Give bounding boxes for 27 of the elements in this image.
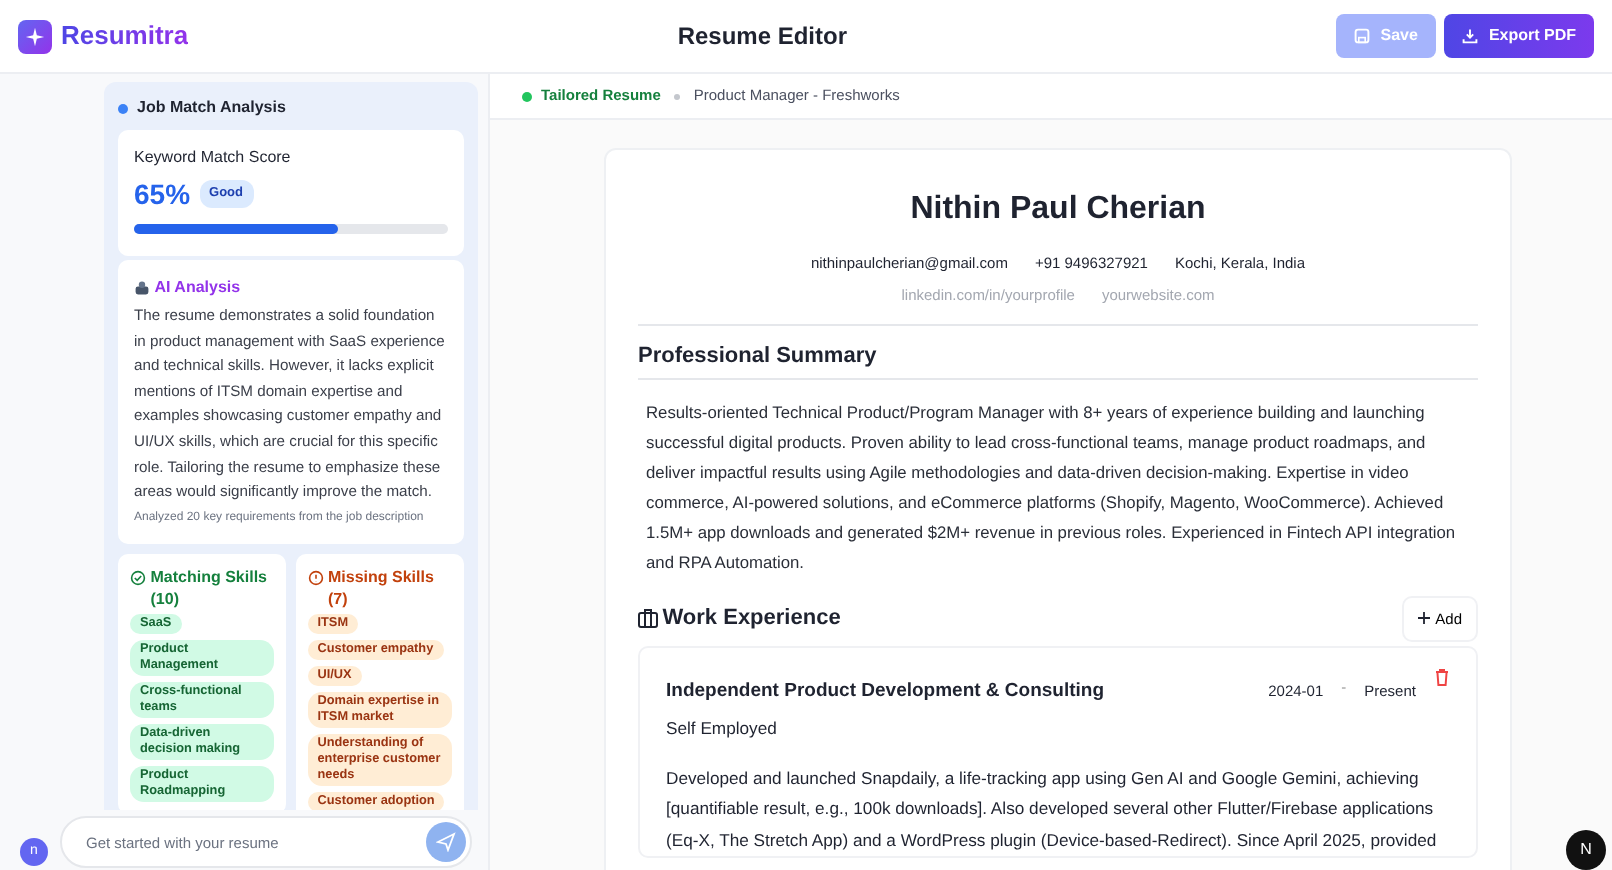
sparkle-logo-icon (18, 19, 52, 53)
bullet-icon (118, 103, 128, 113)
company-name: Self Employed (666, 716, 779, 743)
section-title: Work Experience (662, 603, 843, 634)
section-title: Professional Summary (638, 341, 879, 372)
skills-title: Missing Skills (7) (328, 565, 436, 609)
candidate-name: Nithin Paul Cherian (908, 190, 1208, 230)
job-description: Developed and launched Snapdaily, a life-tracking app using Gen AI and Google Gemini, achieving [quantifiable result, e.g., 100k downloads]. Also developed several other Flutter/Firebase applications (Eq-X, The Stretch App) and a WordPress plugin (Device-based-Redirect). Since April 2025, provided (666, 765, 1439, 854)
panel-title: Job Match Analysis (137, 96, 286, 120)
plus-icon (1418, 612, 1431, 625)
download-icon (1462, 28, 1479, 44)
ai-analysis-title: AI Analysis (154, 275, 241, 300)
paper-plane-icon (436, 832, 456, 852)
summary-text: Results-oriented Technical Product/Program Manager with 8+ years of experience building and launching successful digital products. Proven ability to lead cross-functional teams, manage product roadmaps, and deliver impactful results using Agile methodologies and data-driven decision-making. Expertise in video commerce, AI-powered solutions, and eCommerce platforms (Shopify, Magento, WooCommerce). Achieved 1.5M+ app downloads and generated $2M+ revenue in previous roles. Experienced in Fintech API integration and RPA Automation. (644, 399, 1458, 575)
trash-icon[interactable] (1434, 668, 1450, 686)
page-title: Resume Editor (677, 22, 847, 50)
export-pdf-button[interactable]: Export PDF (1444, 14, 1594, 58)
briefcase-icon (638, 608, 658, 629)
alert-circle-icon (307, 569, 324, 586)
score-value: 65% (134, 175, 191, 214)
separator-dot-icon (674, 93, 681, 99)
check-circle-icon (130, 569, 146, 586)
skills-title: Matching Skills (10) (150, 565, 269, 609)
job-role: Independent Product Development & Consulting (666, 677, 1107, 705)
score-label: Keyword Match Score (134, 145, 293, 169)
status-dot-icon (522, 91, 532, 101)
dev-badge[interactable]: N (1566, 830, 1606, 870)
